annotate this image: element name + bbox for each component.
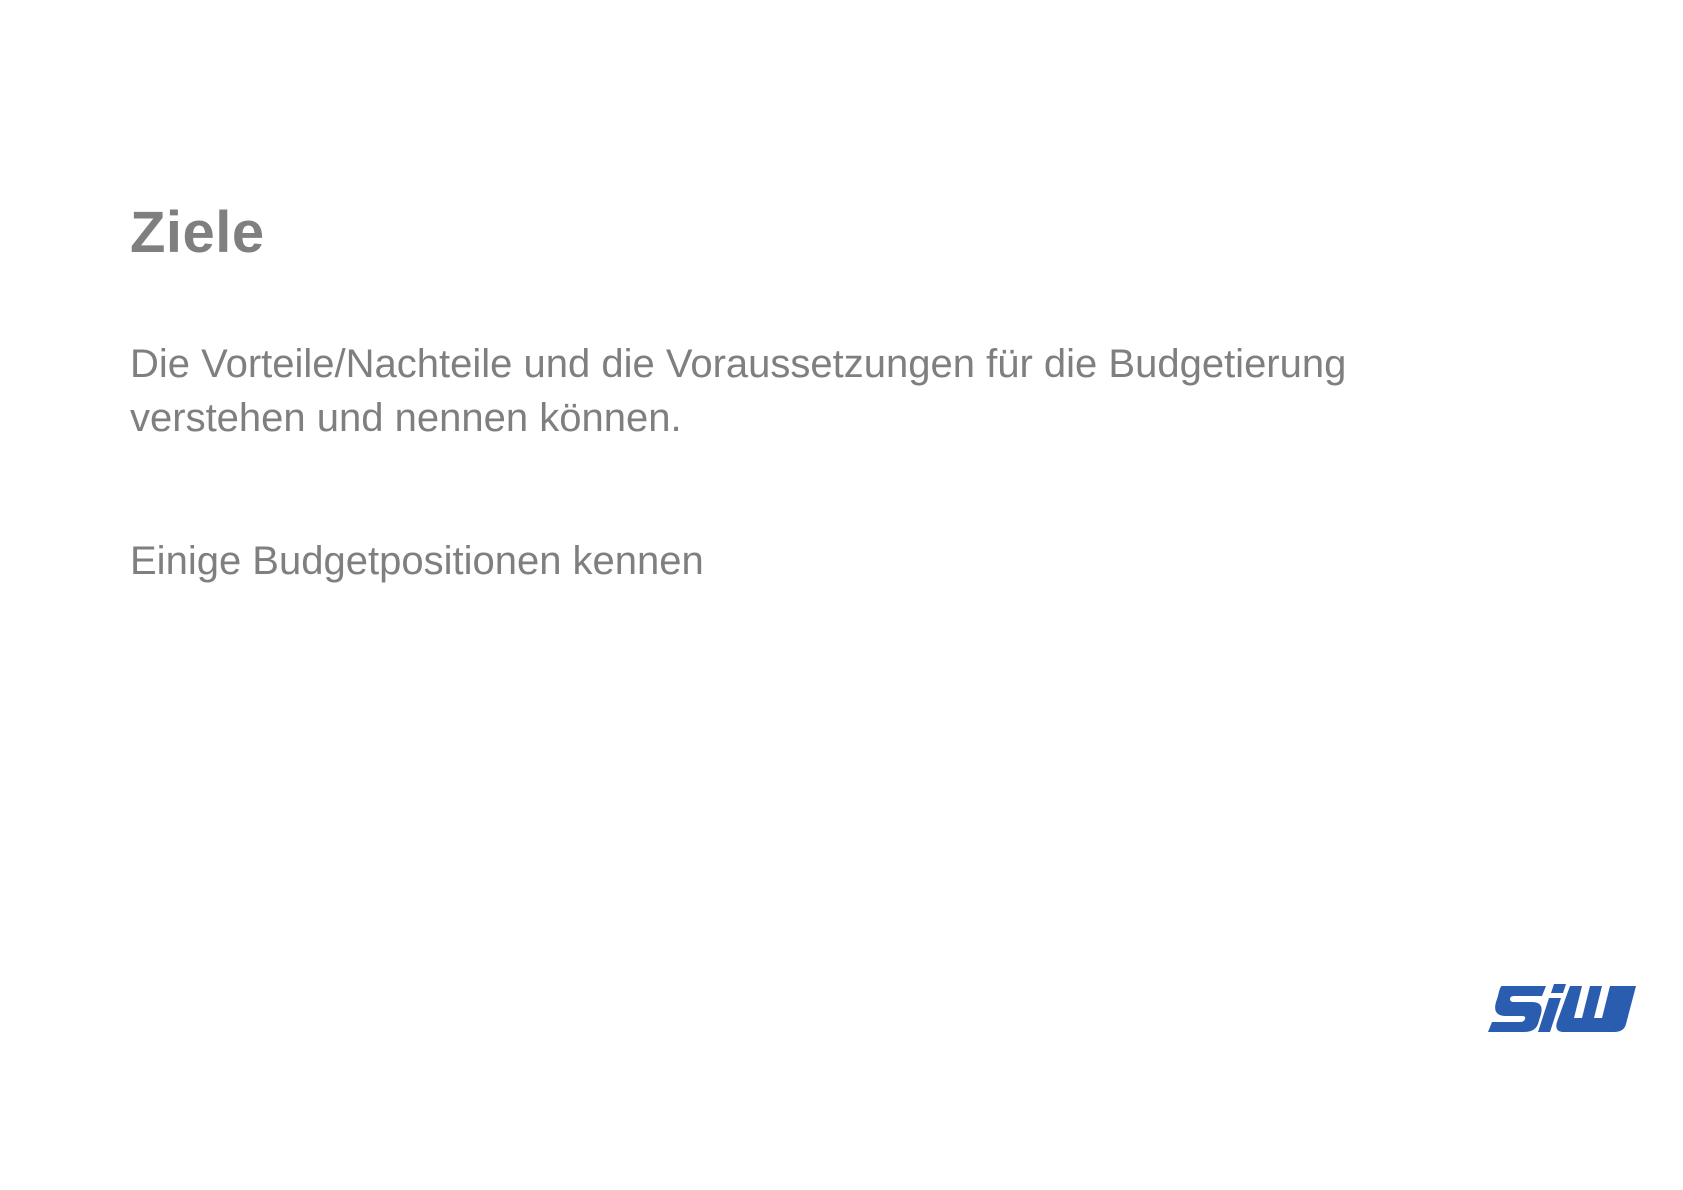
goal-line: verstehen und nennen können. (130, 396, 682, 440)
siw-logo-mark (1488, 984, 1636, 1032)
goal-item: Die Vorteile/Nachteile und die Vorausset… (130, 337, 1570, 445)
slide: Ziele Die Vorteile/Nachteile und die Vor… (0, 0, 1683, 1190)
goal-item: Einige Budgetpositionen kennen (130, 534, 1570, 588)
slide-title: Ziele (130, 200, 265, 265)
goal-line: Einige Budgetpositionen kennen (130, 539, 704, 583)
siw-logo (1488, 984, 1636, 1032)
goal-line: Die Vorteile/Nachteile und die Vorausset… (130, 342, 1347, 386)
